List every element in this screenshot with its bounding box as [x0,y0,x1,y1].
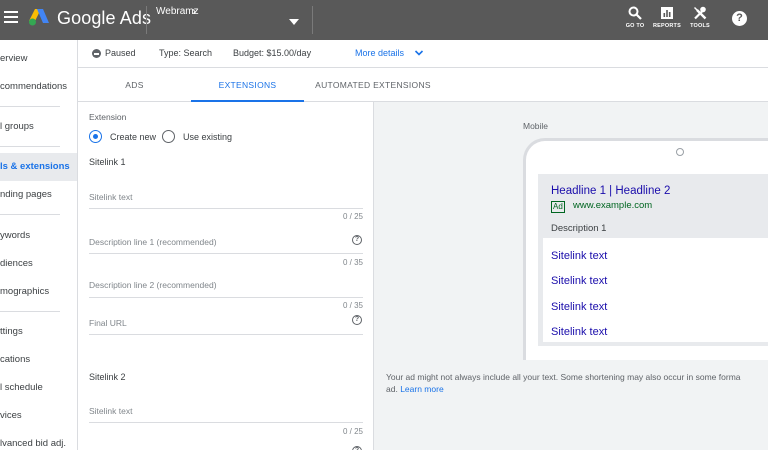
input-underline [89,297,363,298]
nav-item-ads-extensions[interactable]: ls & extensions [0,153,77,181]
ad-display-url: www.example.com [573,200,653,211]
nav-item-ad-schedule[interactable]: l schedule [0,374,77,402]
ad-headline[interactable]: Headline 1 | Headline 2 [551,185,670,197]
extension-label: Extension [89,112,127,122]
campaign-status-bar: Paused Type: Search Budget: $15.00/day M… [78,40,768,68]
sitelink-preview[interactable]: Sitelink text [551,250,607,262]
help-circle-icon[interactable]: ? [352,315,362,325]
paused-icon [92,49,101,58]
nav-item-landing-pages[interactable]: nding pages [0,181,77,209]
chevron-right-icon: › [192,4,196,18]
account-dropdown-icon[interactable] [289,19,299,25]
sitelinks-list: Sitelink text Sitelink text Sitelink tex… [543,238,768,342]
input-underline [89,208,363,209]
create-new-label[interactable]: Create new [110,132,156,142]
device-label: Mobile [523,121,549,131]
nav-divider [0,146,60,147]
sitelink-1-desc2-counter: 0 / 35 [342,301,363,310]
sitelink-1-desc1-counter: 0 / 35 [342,258,363,267]
tab-bar: ADS EXTENSIONS AUTOMATED EXTENSIONS [78,68,768,102]
preview-disclaimer: Your ad might not always include all you… [386,372,768,395]
ad-badge: Ad [551,201,565,213]
nav-divider [0,214,60,215]
tab-extensions[interactable]: EXTENSIONS [191,68,304,102]
nav-item-audiences[interactable]: diences [0,250,77,278]
brand-name: Google Ads [57,8,152,28]
phone-camera-icon [676,148,684,156]
nav-item-ad-groups[interactable]: l groups [0,113,77,141]
help-circle-icon[interactable]: ? [352,446,362,450]
help-circle-icon[interactable]: ? [352,235,362,245]
create-new-radio[interactable] [89,130,102,143]
tab-automated-extensions[interactable]: AUTOMATED EXTENSIONS [304,68,442,102]
left-nav: erview commendations l groups ls & exten… [0,40,78,450]
status-paused[interactable]: Paused [105,48,136,58]
ad-description: Description 1 [551,223,607,234]
nav-item-overview[interactable]: erview [0,45,77,73]
nav-item-recommendations[interactable]: commendations [0,73,77,101]
use-existing-radio[interactable] [162,130,175,143]
chevron-down-icon[interactable] [414,48,424,58]
sitelink-2-text-counter: 0 / 25 [342,427,363,436]
nav-item-keywords[interactable]: ywords [0,222,77,250]
input-underline [89,422,363,423]
tools-button[interactable]: TOOLS [680,6,720,29]
sitelink-form: Extension Create new Use existing Siteli… [78,102,374,450]
sitelink-2-text-input[interactable]: Sitelink text [89,406,132,416]
learn-more-link[interactable]: Learn more [400,384,443,394]
sitelink-1-text-counter: 0 / 25 [342,212,363,221]
nav-item-settings[interactable]: ttings [0,318,77,346]
more-details-link[interactable]: More details [355,48,404,58]
nav-item-advanced-bid-adj[interactable]: lvanced bid adj. [0,430,77,450]
sitelink-1-desc2-input[interactable]: Description line 2 (recommended) [89,280,217,290]
reports-icon [661,7,673,19]
google-ads-logo[interactable] [28,7,50,27]
header-divider [146,6,147,34]
input-underline [89,253,363,254]
input-underline [89,334,363,335]
disclaimer-line-2: ad. Learn more [386,383,444,394]
disclaimer-line-1: Your ad might not always include all you… [386,372,741,382]
campaign-type: Type: Search [159,48,213,58]
top-bar: Google Ads Webramz › GO TO REPORTS TOOLS… [0,0,768,40]
menu-icon[interactable] [4,11,18,25]
sitelink-preview[interactable]: Sitelink text [551,301,607,313]
sitelink-1-title: Sitelink 1 [89,157,126,167]
header-divider [312,6,313,34]
wrench-icon [694,6,707,20]
nav-item-devices[interactable]: vices [0,402,77,430]
sitelink-1-text-input[interactable]: Sitelink text [89,192,132,202]
sitelink-1-final-url-input[interactable]: Final URL [89,318,127,328]
nav-item-locations[interactable]: cations [0,346,77,374]
sitelink-preview[interactable]: Sitelink text [551,275,607,287]
sitelink-1-desc1-input[interactable]: Description line 1 (recommended) [89,237,217,247]
ad-preview-card: Headline 1 | Headline 2 Ad www.example.c… [538,174,768,346]
sitelink-2-title: Sitelink 2 [89,372,126,382]
sitelink-preview[interactable]: Sitelink text [551,326,607,338]
ad-preview-panel: Mobile Headline 1 | Headline 2 Ad www.ex… [375,102,768,450]
search-icon [628,6,642,20]
nav-item-demographics[interactable]: mographics [0,278,77,306]
nav-divider [0,311,60,312]
help-icon[interactable]: ? [732,11,747,26]
tab-ads[interactable]: ADS [78,68,191,102]
tools-label: TOOLS [690,23,710,29]
campaign-budget[interactable]: Budget: $15.00/day [233,48,311,58]
nav-divider [0,106,60,107]
use-existing-label[interactable]: Use existing [183,132,232,142]
